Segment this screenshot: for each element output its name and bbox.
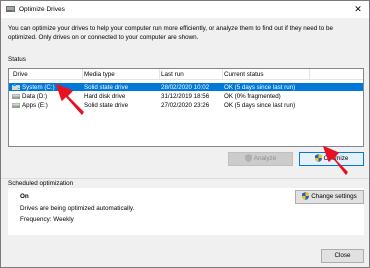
analyze-button-label: Analyze: [253, 155, 277, 162]
optimize-drives-app-icon: [6, 6, 15, 12]
schedule-state: On: [20, 193, 29, 200]
close-button-label: Close: [334, 252, 351, 259]
annotation-arrow-icon: [56, 84, 84, 115]
drive-icon: [12, 94, 20, 99]
drive-icon: [12, 103, 20, 108]
annotation-arrow-icon: [323, 146, 348, 175]
column-header-current-status[interactable]: Current status: [224, 71, 264, 78]
change-settings-button[interactable]: Change settings: [295, 190, 364, 204]
drive-media-type: Hard disk drive: [84, 92, 126, 100]
schedule-frequency: Frequency: Weekly: [20, 216, 74, 223]
drive-media-type: Solid state drive: [84, 101, 129, 109]
drive-last-run: 28/02/2020 10:02: [161, 83, 210, 91]
column-separator[interactable]: [159, 69, 160, 79]
column-separator[interactable]: [309, 69, 310, 79]
scheduled-section-label: Scheduled optimization: [8, 180, 74, 187]
status-section-label: Status: [8, 56, 26, 63]
optimize-drives-window: Optimize Drives ✕ You can optimize your …: [0, 0, 370, 268]
drive-current-status: OK (5 days since last run): [224, 83, 296, 91]
drive-last-run: 31/12/2019 18:56: [161, 92, 210, 100]
drive-media-type: Solid state drive: [84, 83, 129, 91]
description-text: You can optimize your drives to help you…: [8, 25, 334, 41]
drive-current-status: OK (5 days since last run): [224, 101, 296, 109]
drive-last-run: 27/02/2020 23:26: [161, 101, 210, 109]
drive-name: Apps (E:): [22, 101, 48, 109]
close-window-icon[interactable]: ✕: [353, 4, 363, 14]
section-divider: [1, 178, 369, 179]
title-bar[interactable]: Optimize Drives ✕: [1, 1, 369, 18]
column-separator[interactable]: [222, 69, 223, 79]
analyze-button[interactable]: Analyze: [228, 152, 293, 166]
close-button[interactable]: Close: [321, 249, 364, 263]
column-header-drive[interactable]: Drive: [13, 71, 28, 78]
schedule-info: Drives are being optimized automatically…: [20, 205, 135, 212]
uac-shield-icon: [244, 154, 252, 162]
uac-shield-icon: [302, 192, 310, 200]
system-drive-icon: [12, 84, 20, 90]
drive-name: System (C:): [22, 83, 55, 91]
drive-name: Data (D:): [22, 92, 48, 100]
column-header-media-type[interactable]: Media type: [84, 71, 115, 78]
column-separator[interactable]: [82, 69, 83, 79]
change-settings-label: Change settings: [311, 193, 357, 200]
drive-current-status: OK (0% fragmented): [224, 92, 281, 100]
window-title: Optimize Drives: [19, 6, 65, 13]
column-header-last-run[interactable]: Last run: [161, 71, 184, 78]
